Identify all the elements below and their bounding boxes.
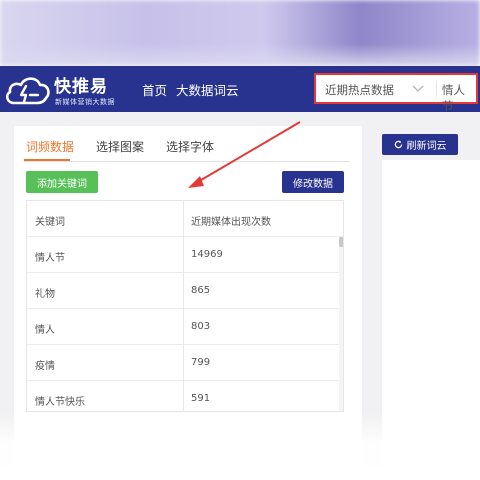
add-keyword-button[interactable]: 添加关键词: [26, 171, 98, 193]
keyword-cell: 情人: [35, 325, 55, 336]
cloud-logo-icon: [5, 77, 50, 105]
selected-topic-tag[interactable]: 情人节: [442, 82, 476, 114]
tab-select-pattern[interactable]: 选择图案: [96, 138, 144, 155]
count-cell: 799: [191, 357, 211, 368]
table-row[interactable]: 情人 803: [27, 309, 343, 345]
column-divider: [183, 201, 184, 411]
brand-logo[interactable]: 快推易 新媒体营销大数据: [4, 71, 134, 109]
table-scrollbar[interactable]: [339, 237, 343, 411]
brand-title: 快推易: [54, 77, 108, 97]
nav-home-link[interactable]: 首页: [142, 80, 167, 99]
table-row[interactable]: 情人节 14969: [27, 237, 343, 273]
header-keyword: 关键词: [35, 217, 65, 228]
table-row[interactable]: 疫情 799: [27, 345, 343, 381]
table-row[interactable]: 情人节快乐 591: [27, 381, 343, 411]
tab-select-font[interactable]: 选择字体: [166, 138, 214, 155]
keyword-table: 关键词 近期媒体出现次数 情人节 14969 礼物 865 情人 803 疫情 …: [26, 200, 344, 412]
count-cell: 591: [191, 393, 211, 404]
keyword-cell: 情人节: [35, 253, 65, 264]
active-tab-indicator: [24, 159, 70, 161]
keyword-cell: 疫情: [35, 361, 55, 372]
hot-data-select[interactable]: 近期热点数据 情人节: [314, 73, 478, 113]
panel-tabs: 词频数据 选择图案 选择字体: [24, 136, 350, 162]
top-navbar: 快推易 新媒体营销大数据 首页 大数据词云 近期热点数据 情人节: [0, 66, 480, 113]
chevron-down-icon: [412, 85, 424, 92]
count-cell: 803: [191, 321, 211, 332]
scrollbar-thumb[interactable]: [339, 237, 343, 247]
header-count: 近期媒体出现次数: [191, 217, 271, 228]
nav-wordcloud-link[interactable]: 大数据词云: [176, 80, 239, 99]
blurred-banner: [0, 0, 480, 66]
brand-subtitle: 新媒体营销大数据: [55, 98, 115, 106]
keyword-cell: 情人节快乐: [35, 397, 85, 408]
table-header-row: 关键词 近期媒体出现次数: [27, 201, 343, 237]
refresh-wordcloud-button[interactable]: 刷新词云: [382, 134, 458, 155]
table-row[interactable]: 礼物 865: [27, 273, 343, 309]
select-divider: [436, 81, 437, 97]
edit-data-button[interactable]: 修改数据: [282, 171, 344, 193]
refresh-icon: [394, 140, 402, 149]
count-cell: 14969: [191, 249, 223, 260]
wordcloud-preview-panel: [382, 160, 480, 480]
count-cell: 865: [191, 285, 211, 296]
select-value: 近期热点数据: [325, 83, 394, 97]
refresh-label: 刷新词云: [406, 141, 447, 152]
tab-word-frequency[interactable]: 词频数据: [26, 138, 74, 155]
keyword-cell: 礼物: [35, 289, 55, 300]
